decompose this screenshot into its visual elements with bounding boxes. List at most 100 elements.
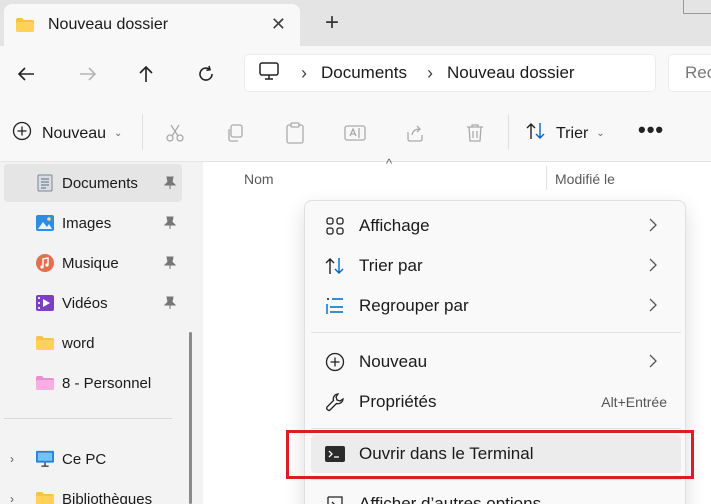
menu-item-label: Affichage: [359, 216, 430, 235]
command-bar: Nouveau ⌄ Trier ⌄ •••: [0, 102, 711, 162]
new-button-label: Nouveau: [42, 124, 107, 142]
library-icon: [36, 490, 54, 504]
delete-icon[interactable]: [464, 122, 486, 144]
copy-icon[interactable]: [224, 122, 246, 144]
menu-item-label: Propriétés: [359, 392, 437, 411]
sidebar-item-8-personnel[interactable]: 8 - Personnel: [0, 364, 182, 402]
folder-pink-icon: [36, 374, 54, 392]
pin-icon: [163, 256, 177, 274]
sidebar-item-label: 8 - Personnel: [62, 374, 152, 392]
pc-icon: [36, 450, 54, 468]
chevron-right-icon[interactable]: ›: [10, 492, 14, 504]
chevron-right-icon: [649, 353, 657, 373]
column-header-date[interactable]: Modifié le: [555, 171, 615, 187]
tab-title: Nouveau dossier: [48, 16, 169, 33]
new-plus-icon: [12, 121, 32, 146]
folder-icon: [16, 18, 34, 32]
chevron-down-icon: ⌄: [114, 128, 123, 139]
menu-item-trier-par[interactable]: Trier par: [311, 247, 681, 285]
sort-button-label: Trier: [556, 124, 589, 142]
wrench-icon: [325, 392, 345, 412]
navigation-pane: Documents Images Musique Vidéos word 8 -…: [0, 162, 192, 504]
sidebar-item-documents[interactable]: Documents: [4, 164, 182, 202]
folder-icon: [36, 334, 54, 352]
menu-item-label: Trier par: [359, 256, 423, 275]
new-tab-button[interactable]: +: [318, 10, 346, 38]
menu-divider: [311, 479, 681, 480]
images-icon: [36, 214, 54, 232]
search-input[interactable]: Rec: [668, 54, 711, 92]
menu-item-affichage[interactable]: Affichage: [311, 207, 681, 245]
menu-item-accelerator: Alt+Entrée: [601, 394, 667, 410]
refresh-icon[interactable]: [192, 60, 220, 88]
view-grid-icon: [325, 216, 345, 236]
sort-icon: [325, 256, 345, 276]
rename-icon[interactable]: [344, 122, 366, 144]
more-options-icon: [325, 494, 345, 504]
back-arrow-icon[interactable]: [12, 60, 40, 88]
chevron-right-icon: [649, 217, 657, 237]
sidebar-item-label: Ce PC: [62, 450, 107, 468]
sort-button[interactable]: Trier ⌄: [526, 122, 605, 145]
sidebar-item-bibliotheques[interactable]: › Bibliothèques: [0, 480, 182, 504]
column-divider[interactable]: [546, 166, 547, 190]
menu-item-label: Afficher d’autres options: [359, 494, 542, 504]
window-control-edge: [683, 0, 711, 14]
close-tab-icon[interactable]: ✕: [271, 15, 286, 33]
sidebar-item-label: Images: [62, 214, 112, 232]
sidebar-scrollbar[interactable]: [189, 332, 192, 504]
menu-divider: [311, 332, 681, 333]
sidebar-item-label: Bibliothèques: [62, 490, 153, 504]
videos-icon: [36, 294, 54, 312]
navigation-bar: › Documents › Nouveau dossier Rec: [0, 46, 711, 102]
pin-icon: [163, 176, 177, 194]
chevron-right-icon: [649, 257, 657, 277]
sidebar-item-music[interactable]: Musique: [0, 244, 182, 282]
sort-indicator-icon: ^: [386, 156, 393, 171]
more-options-icon[interactable]: •••: [638, 119, 664, 141]
chevron-down-icon: ⌄: [596, 128, 605, 139]
chevron-right-icon: ›: [301, 62, 307, 83]
tab-strip: Nouveau dossier ✕ +: [0, 0, 711, 46]
sidebar-divider: [4, 418, 172, 419]
menu-item-label: Regrouper par: [359, 296, 469, 315]
menu-item-autres-options[interactable]: Afficher d’autres options: [311, 485, 681, 504]
chevron-right-icon: ›: [426, 62, 433, 83]
sidebar-item-label: Documents: [62, 174, 138, 192]
cut-icon[interactable]: [164, 122, 186, 144]
sidebar-item-label: Musique: [62, 254, 119, 272]
paste-icon[interactable]: [284, 122, 306, 144]
chevron-right-icon: [649, 297, 657, 317]
chevron-right-icon[interactable]: ›: [10, 452, 14, 466]
share-icon[interactable]: [404, 122, 426, 144]
menu-item-label: Nouveau: [359, 352, 428, 371]
menu-item-regrouper-par[interactable]: Regrouper par: [311, 287, 681, 325]
documents-icon: [36, 174, 54, 192]
pc-icon: [259, 61, 279, 85]
sidebar-item-label: Vidéos: [62, 294, 108, 312]
tab-nouveau-dossier[interactable]: Nouveau dossier ✕: [4, 4, 300, 46]
breadcrumb-documents[interactable]: Documents: [321, 63, 407, 83]
sidebar-item-videos[interactable]: Vidéos: [0, 284, 182, 322]
highlight-box: [286, 430, 694, 479]
address-bar[interactable]: › Documents › Nouveau dossier: [244, 54, 656, 92]
new-button[interactable]: Nouveau ⌄: [12, 121, 122, 146]
group-icon: [325, 296, 345, 316]
column-header-name[interactable]: Nom: [244, 171, 274, 187]
breadcrumb-nouveau-dossier[interactable]: Nouveau dossier: [447, 63, 575, 83]
sidebar-item-images[interactable]: Images: [0, 204, 182, 242]
sidebar-item-ce-pc[interactable]: › Ce PC: [0, 440, 182, 478]
menu-item-proprietes[interactable]: Propriétés Alt+Entrée: [311, 383, 681, 421]
music-icon: [36, 254, 54, 272]
sidebar-item-label: word: [62, 334, 95, 352]
sort-icon: [526, 122, 546, 145]
menu-divider: [311, 428, 681, 429]
up-arrow-icon[interactable]: [132, 60, 160, 88]
pin-icon: [163, 216, 177, 234]
menu-item-nouveau[interactable]: Nouveau: [311, 343, 681, 381]
sidebar-item-word[interactable]: word: [0, 324, 182, 362]
divider: [508, 114, 509, 150]
forward-arrow-icon[interactable]: [74, 60, 102, 88]
new-plus-icon: [325, 352, 345, 372]
pin-icon: [163, 296, 177, 314]
